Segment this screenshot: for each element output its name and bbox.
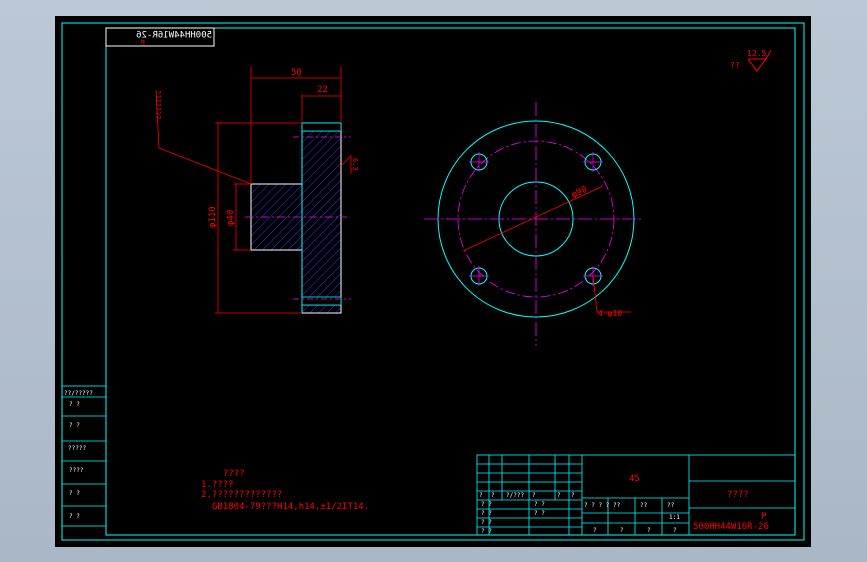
mid-row-cell: ?? (640, 502, 648, 509)
mirrored-drawing-number-text: 500HH44W16R-26 (136, 31, 212, 41)
title-block-texts: 45 ???? P 500HH44W16R-26 1:1 ? ? ?/??? ?… (479, 474, 769, 535)
scale-label: 1:1 (669, 514, 680, 521)
header-cell: ? (479, 492, 483, 499)
mid-row-cell: ?? (667, 502, 675, 509)
holes-note: 4-φ10 (598, 309, 622, 318)
left-panel-text: ? ? (69, 490, 80, 497)
mid-row2-cell: ? (647, 527, 651, 534)
header-cell: ? (557, 492, 561, 499)
side-section-view (245, 122, 351, 314)
drawing-number: 500HH44W16R-26 (693, 522, 769, 532)
dim-22: 22 (317, 85, 328, 95)
mid-row-cell: ? ? ? ? (584, 502, 610, 509)
sheet-mark: P (761, 512, 767, 522)
header-cell: ? (491, 492, 495, 499)
mid-row2-cell: ? (620, 527, 624, 534)
left-panel-text: ??/????? (64, 390, 93, 397)
left-panel-text: ? ? (69, 401, 80, 408)
dim-90: φ90 (570, 185, 589, 201)
roughness-value: 12.5 (747, 49, 766, 58)
side-leader-note: ??????? (154, 90, 162, 120)
material-label: 45 (629, 474, 640, 484)
header-cell: ? (571, 492, 575, 499)
mid-row2-cell: ? (673, 527, 677, 534)
technical-notes: ???? 1.???? 2.????????????? GB1804-79???… (201, 469, 369, 512)
sign-cell: ? ? (534, 510, 545, 517)
section-hatch (250, 122, 342, 314)
dim-50: 50 (291, 68, 302, 78)
header-cell: ? (532, 492, 536, 499)
bolt-hole-tr (583, 152, 603, 172)
roughness-prefix: ?? (730, 61, 740, 70)
part-name: ???? (727, 490, 749, 500)
side-surface-mark: 6.3 (351, 158, 359, 171)
sign-cell: ? ? (481, 519, 492, 526)
dim-110: φ110 (208, 206, 218, 228)
left-panel-texts: ??/????? ? ? ? ? ????? ???? ? ? ? ? (64, 390, 93, 520)
notes-line1: 1.???? (201, 480, 234, 490)
left-panel-text: ???? (69, 467, 84, 474)
drawing-sheet: 500HH44W16R-26 P 12.5 ?? 50 22 φ110 φ40 … (61, 22, 805, 541)
sign-cell: ? ? (481, 510, 492, 517)
mirrored-sheet-mark: P (141, 39, 145, 47)
dim-40: φ40 (226, 210, 236, 226)
left-panel-text: ????? (68, 445, 86, 452)
sign-cell: ? ? (481, 528, 492, 535)
notes-title: ???? (223, 469, 245, 479)
mirrored-drawing-number: 500HH44W16R-26 P (105, 27, 215, 47)
bolt-hole-tl (469, 152, 489, 172)
sign-cell: ? ? (534, 501, 545, 508)
roughness-symbol: 12.5 ?? (730, 49, 772, 72)
notes-line2: 2.????????????? (201, 490, 282, 500)
mid-row-cell: ?? (613, 502, 621, 509)
sign-cell: ? ? (481, 501, 492, 508)
drawing-frame (61, 22, 805, 541)
left-panel-text: ? ? (69, 422, 80, 429)
notes-line3: GB1804-79???H14,h14,±1/2IT14. (212, 502, 369, 512)
mid-row2-cell: ? (593, 527, 597, 534)
bolt-hole-bl (469, 266, 489, 286)
header-cell: ?/??? (506, 492, 524, 499)
left-panel-text: ? ? (69, 513, 80, 520)
cad-viewport[interactable]: 500HH44W16R-26 P 12.5 ?? 50 22 φ110 φ40 … (55, 16, 811, 547)
